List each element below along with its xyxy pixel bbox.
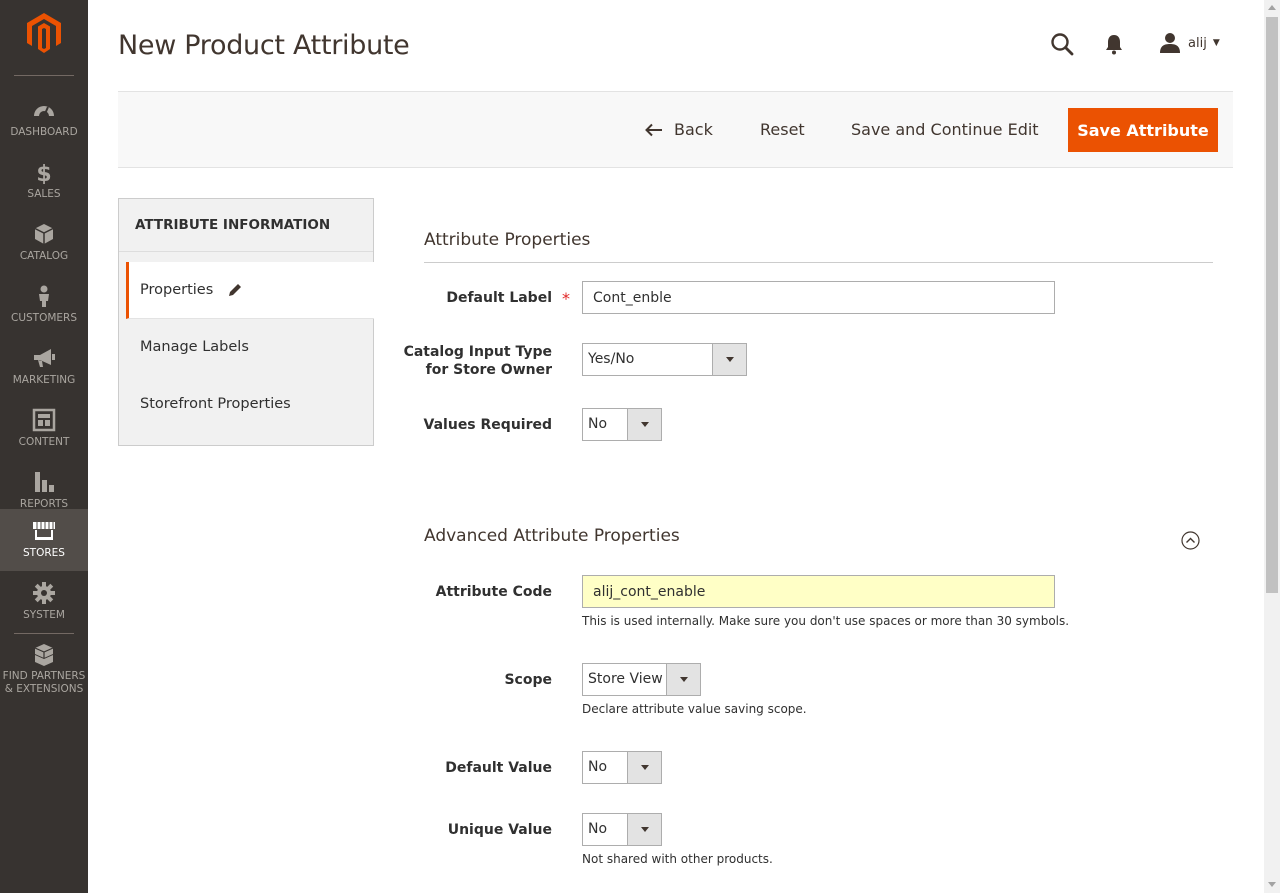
pencil-icon <box>229 284 241 296</box>
dropdown-button <box>666 664 700 695</box>
default-label-label: Default Label <box>446 290 552 306</box>
dollar-icon: $ <box>36 162 51 184</box>
default-value-label: Default Value <box>445 760 552 776</box>
sidebar-item-catalog[interactable]: Catalog <box>0 212 88 274</box>
attribute-properties-title: Attribute Properties <box>424 230 591 250</box>
required-marker: * <box>562 289 570 308</box>
sidebar-item-label: Stores <box>23 547 65 559</box>
gear-icon <box>33 582 55 604</box>
user-name: alij <box>1188 35 1207 51</box>
sidebar-item-find-partners[interactable]: Find Partners & Extensions <box>0 634 88 706</box>
scroll-down-arrow-icon[interactable] <box>1268 882 1276 887</box>
sidebar-item-label-line2: & Extensions <box>4 683 84 695</box>
bell-icon[interactable] <box>1104 33 1124 55</box>
chevron-down-icon <box>680 677 688 682</box>
sidebar-item-stores[interactable]: Stores <box>0 509 88 571</box>
dropdown-button <box>627 409 661 440</box>
attribute-code-note: This is used internally. Make sure you d… <box>582 614 1070 628</box>
layout-icon <box>32 408 56 432</box>
save-and-continue-button[interactable]: Save and Continue Edit <box>851 108 1039 152</box>
values-required-label: Values Required <box>423 417 552 433</box>
catalog-input-type-select[interactable]: Yes/No <box>582 343 747 376</box>
select-value: No <box>588 821 608 837</box>
page-actions-bar: Back Reset Save and Continue Edit Save A… <box>118 91 1233 168</box>
unique-value-note: Not shared with other products. <box>582 852 773 866</box>
bar-chart-icon <box>35 472 54 492</box>
catalog-input-type-label-line1: Catalog Input Type <box>403 344 552 360</box>
tab-manage-labels[interactable]: Manage Labels <box>126 319 374 376</box>
unique-value-label: Unique Value <box>447 822 552 838</box>
collapse-up-icon[interactable] <box>1181 531 1200 550</box>
advanced-attribute-properties-title[interactable]: Advanced Attribute Properties <box>424 526 680 546</box>
scope-note: Declare attribute value saving scope. <box>582 702 807 716</box>
magento-logo-icon[interactable] <box>26 13 62 53</box>
values-required-select[interactable]: No <box>582 408 662 441</box>
catalog-input-type-label: Catalog Input Type for Store Owner <box>392 343 552 379</box>
scope-label: Scope <box>504 672 552 688</box>
sidebar-item-label: System <box>23 609 65 621</box>
megaphone-icon <box>34 349 55 367</box>
blocks-icon <box>34 644 54 666</box>
sidebar-item-sales[interactable]: $ Sales <box>0 150 88 212</box>
chevron-down-icon <box>641 765 649 770</box>
tab-properties[interactable]: Properties <box>126 262 374 319</box>
attribute-information-tabs: Attribute Information Properties Manage … <box>118 198 374 446</box>
sidebar-item-label: Customers <box>10 312 77 324</box>
sidebar-divider <box>14 75 74 76</box>
chevron-down-icon <box>641 422 649 427</box>
dashboard-icon <box>34 106 54 117</box>
dropdown-button <box>712 344 746 375</box>
chevron-down-icon: ▼ <box>1212 38 1220 48</box>
sidebar-item-label: Dashboard <box>10 126 78 138</box>
page-scrollbar[interactable] <box>1264 0 1280 893</box>
user-icon <box>1160 33 1180 53</box>
scrollbar-thumb[interactable] <box>1266 17 1278 593</box>
catalog-input-type-label-line2: for Store Owner <box>425 362 552 378</box>
dropdown-button <box>627 814 661 845</box>
sidebar-item-label: Find Partners <box>2 670 86 682</box>
storefront-icon <box>33 522 55 540</box>
select-value: Store View <box>588 671 663 687</box>
select-value: No <box>588 759 608 775</box>
dropdown-button <box>627 752 661 783</box>
sidebar-item-system[interactable]: System <box>0 571 88 633</box>
tabs-divider <box>119 251 373 252</box>
back-label: Back <box>674 120 713 139</box>
chevron-down-icon <box>641 827 649 832</box>
unique-value-select[interactable]: No <box>582 813 662 846</box>
user-menu[interactable]: alij ▼ <box>1159 32 1220 54</box>
attribute-code-label: Attribute Code <box>435 584 552 600</box>
scroll-up-arrow-icon[interactable] <box>1268 5 1276 10</box>
sidebar-item-customers[interactable]: Customers <box>0 274 88 336</box>
chevron-down-icon <box>726 357 734 362</box>
default-label-input[interactable] <box>582 281 1055 314</box>
attribute-code-input[interactable] <box>582 575 1055 608</box>
tab-label: Properties <box>140 282 214 298</box>
search-icon[interactable] <box>1050 32 1074 56</box>
sidebar-item-label: Content <box>18 436 70 448</box>
back-button[interactable]: Back <box>645 108 713 152</box>
select-value: Yes/No <box>588 351 635 367</box>
section-divider <box>424 262 1213 263</box>
box-icon <box>34 224 54 244</box>
sidebar-item-content[interactable]: Content <box>0 398 88 460</box>
tab-storefront-properties[interactable]: Storefront Properties <box>126 376 374 433</box>
scope-select[interactable]: Store View <box>582 663 701 696</box>
svg-text:$: $ <box>36 162 51 184</box>
sidebar-item-dashboard[interactable]: Dashboard <box>0 88 88 150</box>
sidebar-item-label: Catalog <box>19 250 69 262</box>
page-title: New Product Attribute <box>118 30 410 61</box>
person-icon <box>39 285 49 307</box>
select-value: No <box>588 416 608 432</box>
sidebar-item-marketing[interactable]: Marketing <box>0 336 88 398</box>
reset-button[interactable]: Reset <box>760 108 805 152</box>
default-value-select[interactable]: No <box>582 751 662 784</box>
sidebar-item-label: Sales <box>27 188 61 200</box>
arrow-left-icon <box>645 123 662 137</box>
save-attribute-button[interactable]: Save Attribute <box>1068 108 1218 152</box>
tabs-title: Attribute Information <box>135 217 331 233</box>
admin-sidebar: Dashboard $ Sales Catalog Customers Mark… <box>0 0 88 893</box>
sidebar-item-label: Marketing <box>12 374 76 386</box>
